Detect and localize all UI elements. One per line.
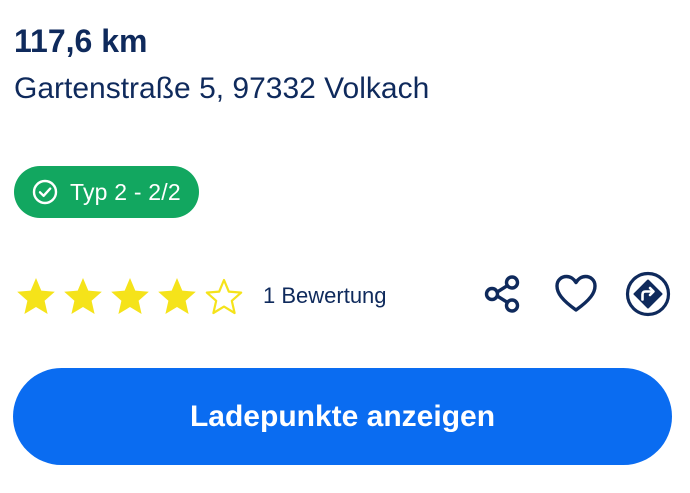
directions-icon <box>625 271 671 322</box>
star-filled-icon <box>16 276 56 316</box>
show-charging-points-button[interactable]: Ladepunkte anzeigen <box>13 368 672 465</box>
star-filled-icon <box>110 276 150 316</box>
connector-type-badge: Typ 2 - 2/2 <box>14 166 199 218</box>
star-empty-icon <box>204 276 244 316</box>
connector-type-label: Typ 2 - 2/2 <box>70 178 181 205</box>
review-count-label: 1 Bewertung <box>263 283 387 308</box>
address-label: Gartenstraße 5, 97332 Volkach <box>14 72 430 105</box>
star-filled-icon <box>63 276 103 316</box>
heart-icon <box>554 273 598 320</box>
directions-button[interactable] <box>624 271 672 322</box>
rating-row[interactable]: 1 Bewertung <box>16 276 387 316</box>
distance-label: 117,6 km <box>14 23 148 59</box>
star-filled-icon <box>157 276 197 316</box>
favorite-button[interactable] <box>552 272 600 320</box>
share-icon <box>481 273 523 320</box>
check-circle-icon <box>32 179 58 205</box>
charging-station-card: 117,6 km Gartenstraße 5, 97332 Volkach T… <box>0 0 690 493</box>
share-button[interactable] <box>478 272 526 320</box>
